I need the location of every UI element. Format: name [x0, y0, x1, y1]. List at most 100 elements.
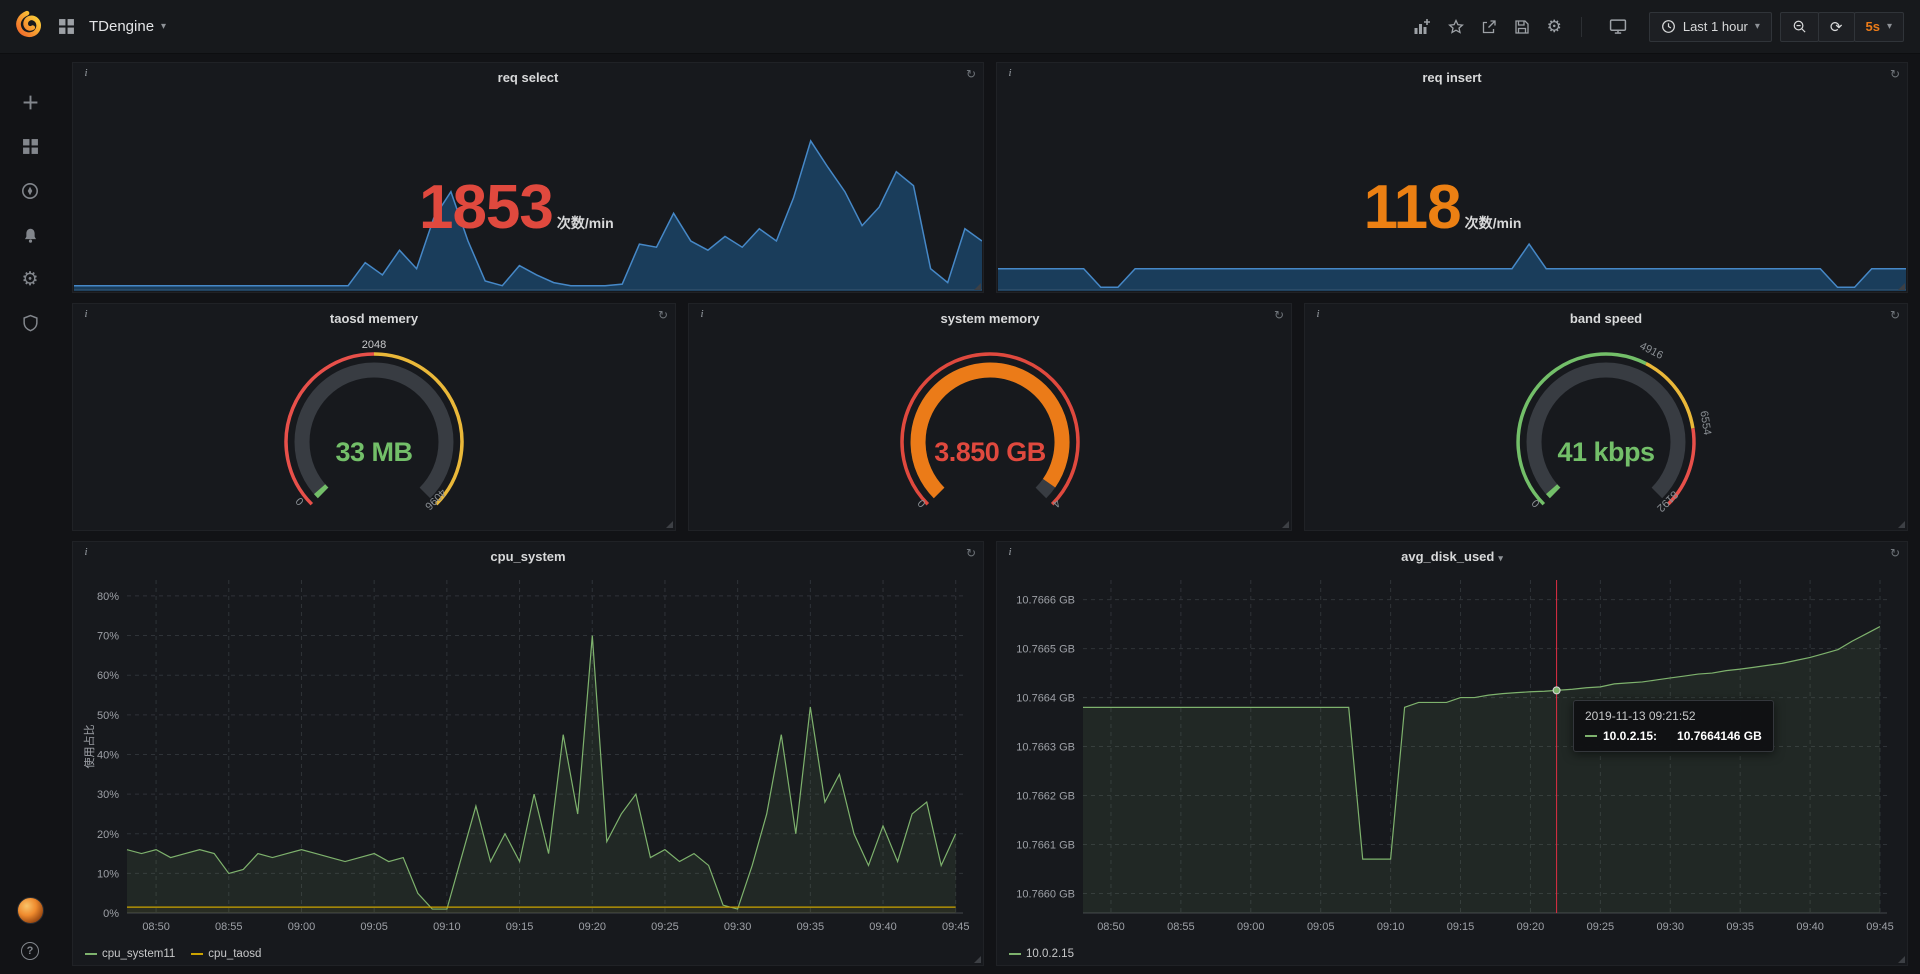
panel-loading-icon: ↻	[966, 546, 976, 560]
panel-resize-handle[interactable]	[1282, 521, 1289, 528]
band-speed-gauge	[1491, 345, 1721, 520]
legend-item-10-0-2-15[interactable]: 10.0.2.15	[1009, 948, 1074, 960]
svg-text:09:25: 09:25	[651, 921, 679, 933]
sidebar-alerting-bell-button[interactable]	[22, 227, 39, 244]
avg-disk-used-chart[interactable]: 10.7660 GB10.7661 GB10.7662 GB10.7663 GB…	[1005, 572, 1899, 937]
panel-resize-handle[interactable]	[974, 956, 981, 963]
panel-resize-handle[interactable]	[666, 521, 673, 528]
svg-text:09:40: 09:40	[869, 921, 897, 933]
svg-text:09:30: 09:30	[1657, 921, 1685, 933]
sidebar-explore-button[interactable]	[21, 182, 39, 200]
panel-resize-handle[interactable]	[974, 283, 981, 290]
svg-text:08:55: 08:55	[1167, 921, 1195, 933]
svg-text:09:45: 09:45	[1866, 921, 1894, 933]
panel-req-select: i req select ↻ 1853 次数/min	[72, 62, 984, 293]
dashboard-title-picker[interactable]: TDengine ▾	[89, 18, 166, 35]
star-button[interactable]	[1448, 19, 1464, 35]
legend-color-mark	[85, 953, 97, 955]
svg-text:09:15: 09:15	[1447, 921, 1475, 933]
svg-text:09:35: 09:35	[797, 921, 825, 933]
legend-item-cpu-taosd[interactable]: cpu_taosd	[191, 948, 261, 960]
panel-info-icon[interactable]: i	[1003, 67, 1017, 81]
panel-title-band-speed[interactable]: band speed	[1570, 304, 1642, 334]
panel-resize-handle[interactable]	[1898, 956, 1905, 963]
svg-text:09:35: 09:35	[1726, 921, 1754, 933]
panel-info-icon[interactable]: i	[79, 67, 93, 81]
legend-label: 10.0.2.15	[1026, 948, 1074, 960]
band-speed-value: 41 kbps	[1491, 437, 1721, 468]
panel-info-icon[interactable]: i	[1003, 546, 1017, 560]
cycle-view-button[interactable]	[1609, 18, 1627, 35]
legend-item-cpu-system11[interactable]: cpu_system11	[85, 948, 175, 960]
legend-color-mark	[191, 953, 203, 955]
svg-text:10.7661 GB: 10.7661 GB	[1016, 839, 1075, 851]
panel-title-cpu-system[interactable]: cpu_system	[490, 542, 565, 572]
panel-req-insert: i req insert ↻ 118 次数/min	[996, 62, 1908, 293]
refresh-interval-picker[interactable]: 5s ▾	[1854, 12, 1905, 42]
save-button[interactable]	[1514, 19, 1530, 35]
panel-info-icon[interactable]: i	[79, 308, 93, 322]
svg-text:09:25: 09:25	[1587, 921, 1615, 933]
chevron-down-icon: ▾	[1755, 21, 1760, 32]
svg-text:09:15: 09:15	[506, 921, 534, 933]
dashboard-grid-icon[interactable]	[58, 18, 75, 35]
svg-text:08:50: 08:50	[1097, 921, 1125, 933]
time-range-picker[interactable]: Last 1 hour ▾	[1649, 12, 1772, 42]
panel-info-icon[interactable]: i	[79, 546, 93, 560]
add-panel-button[interactable]	[1413, 19, 1431, 35]
cpu-system-chart[interactable]: 0%10%20%30%40%50%60%70%80%08:5008:5509:0…	[81, 572, 975, 937]
panel-loading-icon: ↻	[1890, 546, 1900, 560]
sidebar-configuration-gear-button[interactable]: ⚙	[21, 271, 38, 287]
legend-label: cpu_taosd	[208, 948, 261, 960]
svg-text:09:00: 09:00	[1237, 921, 1265, 933]
panel-resize-handle[interactable]	[1898, 521, 1905, 528]
chevron-down-icon: ▾	[161, 21, 166, 32]
chevron-down-icon: ▾	[1498, 553, 1503, 563]
panel-title-avg-disk-used[interactable]: avg_disk_used▾	[1401, 542, 1503, 573]
panel-loading-icon: ↻	[1890, 308, 1900, 322]
panel-header: i cpu_system ↻	[73, 542, 983, 572]
req-insert-sparkline-chart[interactable]	[998, 89, 1906, 291]
svg-text:使用占比: 使用占比	[82, 724, 96, 768]
svg-text:40%: 40%	[97, 749, 119, 761]
settings-gear-icon[interactable]: ⚙	[1547, 19, 1562, 35]
clock-icon	[1661, 19, 1676, 34]
top-navbar: TDengine ▾	[0, 0, 1920, 54]
svg-text:09:00: 09:00	[288, 921, 316, 933]
panel-band-speed: i band speed ↻ 4916 6554 0 8192 41 kbps	[1304, 303, 1908, 530]
svg-text:30%: 30%	[97, 789, 119, 801]
panel-info-icon[interactable]: i	[695, 308, 709, 322]
panel-resize-handle[interactable]	[1898, 283, 1905, 290]
panel-loading-icon: ↻	[1890, 67, 1900, 81]
sidebar-create-button[interactable]	[22, 94, 39, 111]
share-button[interactable]	[1481, 19, 1497, 35]
system-memory-value: 3.850 GB	[875, 437, 1105, 468]
user-avatar[interactable]	[17, 897, 44, 924]
nav-right: ⚙ Last 1 hour ▾ ⟳	[1413, 12, 1904, 42]
sidebar-admin-shield-button[interactable]	[22, 314, 39, 332]
grafana-logo[interactable]	[10, 10, 44, 44]
cpu-system-legend: cpu_system11 cpu_taosd	[85, 948, 261, 960]
svg-text:0%: 0%	[103, 908, 119, 920]
avg-disk-used-legend: 10.0.2.15	[1009, 948, 1074, 960]
legend-color-mark	[1009, 953, 1021, 955]
svg-text:09:10: 09:10	[1377, 921, 1405, 933]
svg-text:50%: 50%	[97, 710, 119, 722]
panel-info-icon[interactable]: i	[1311, 308, 1325, 322]
panel-header: i system memory ↻	[689, 304, 1291, 334]
panel-title-taosd-memory[interactable]: taosd memery	[330, 304, 418, 334]
zoom-out-button[interactable]	[1780, 12, 1819, 42]
panel-title-system-memory[interactable]: system memory	[941, 304, 1040, 334]
svg-text:10.7660 GB: 10.7660 GB	[1016, 888, 1075, 900]
svg-text:09:45: 09:45	[942, 921, 970, 933]
panel-avg-disk-used: i avg_disk_used▾ ↻ 10.7660 GB 10.7661 GB 1…	[996, 541, 1908, 966]
svg-text:08:55: 08:55	[215, 921, 243, 933]
help-button[interactable]: ?	[21, 942, 39, 960]
sidebar-dashboards-button[interactable]	[22, 138, 39, 155]
panel-header: i avg_disk_used▾ ↻	[997, 542, 1907, 572]
panel-cpu-system: i cpu_system ↻ 0%10%20%30%40%50%60%70%80…	[72, 541, 984, 966]
taosd-memory-value: 33 MB	[259, 437, 489, 468]
panel-loading-icon: ↻	[1274, 308, 1284, 322]
req-select-sparkline-chart[interactable]	[74, 89, 982, 291]
refresh-button[interactable]: ⟳	[1818, 12, 1855, 42]
